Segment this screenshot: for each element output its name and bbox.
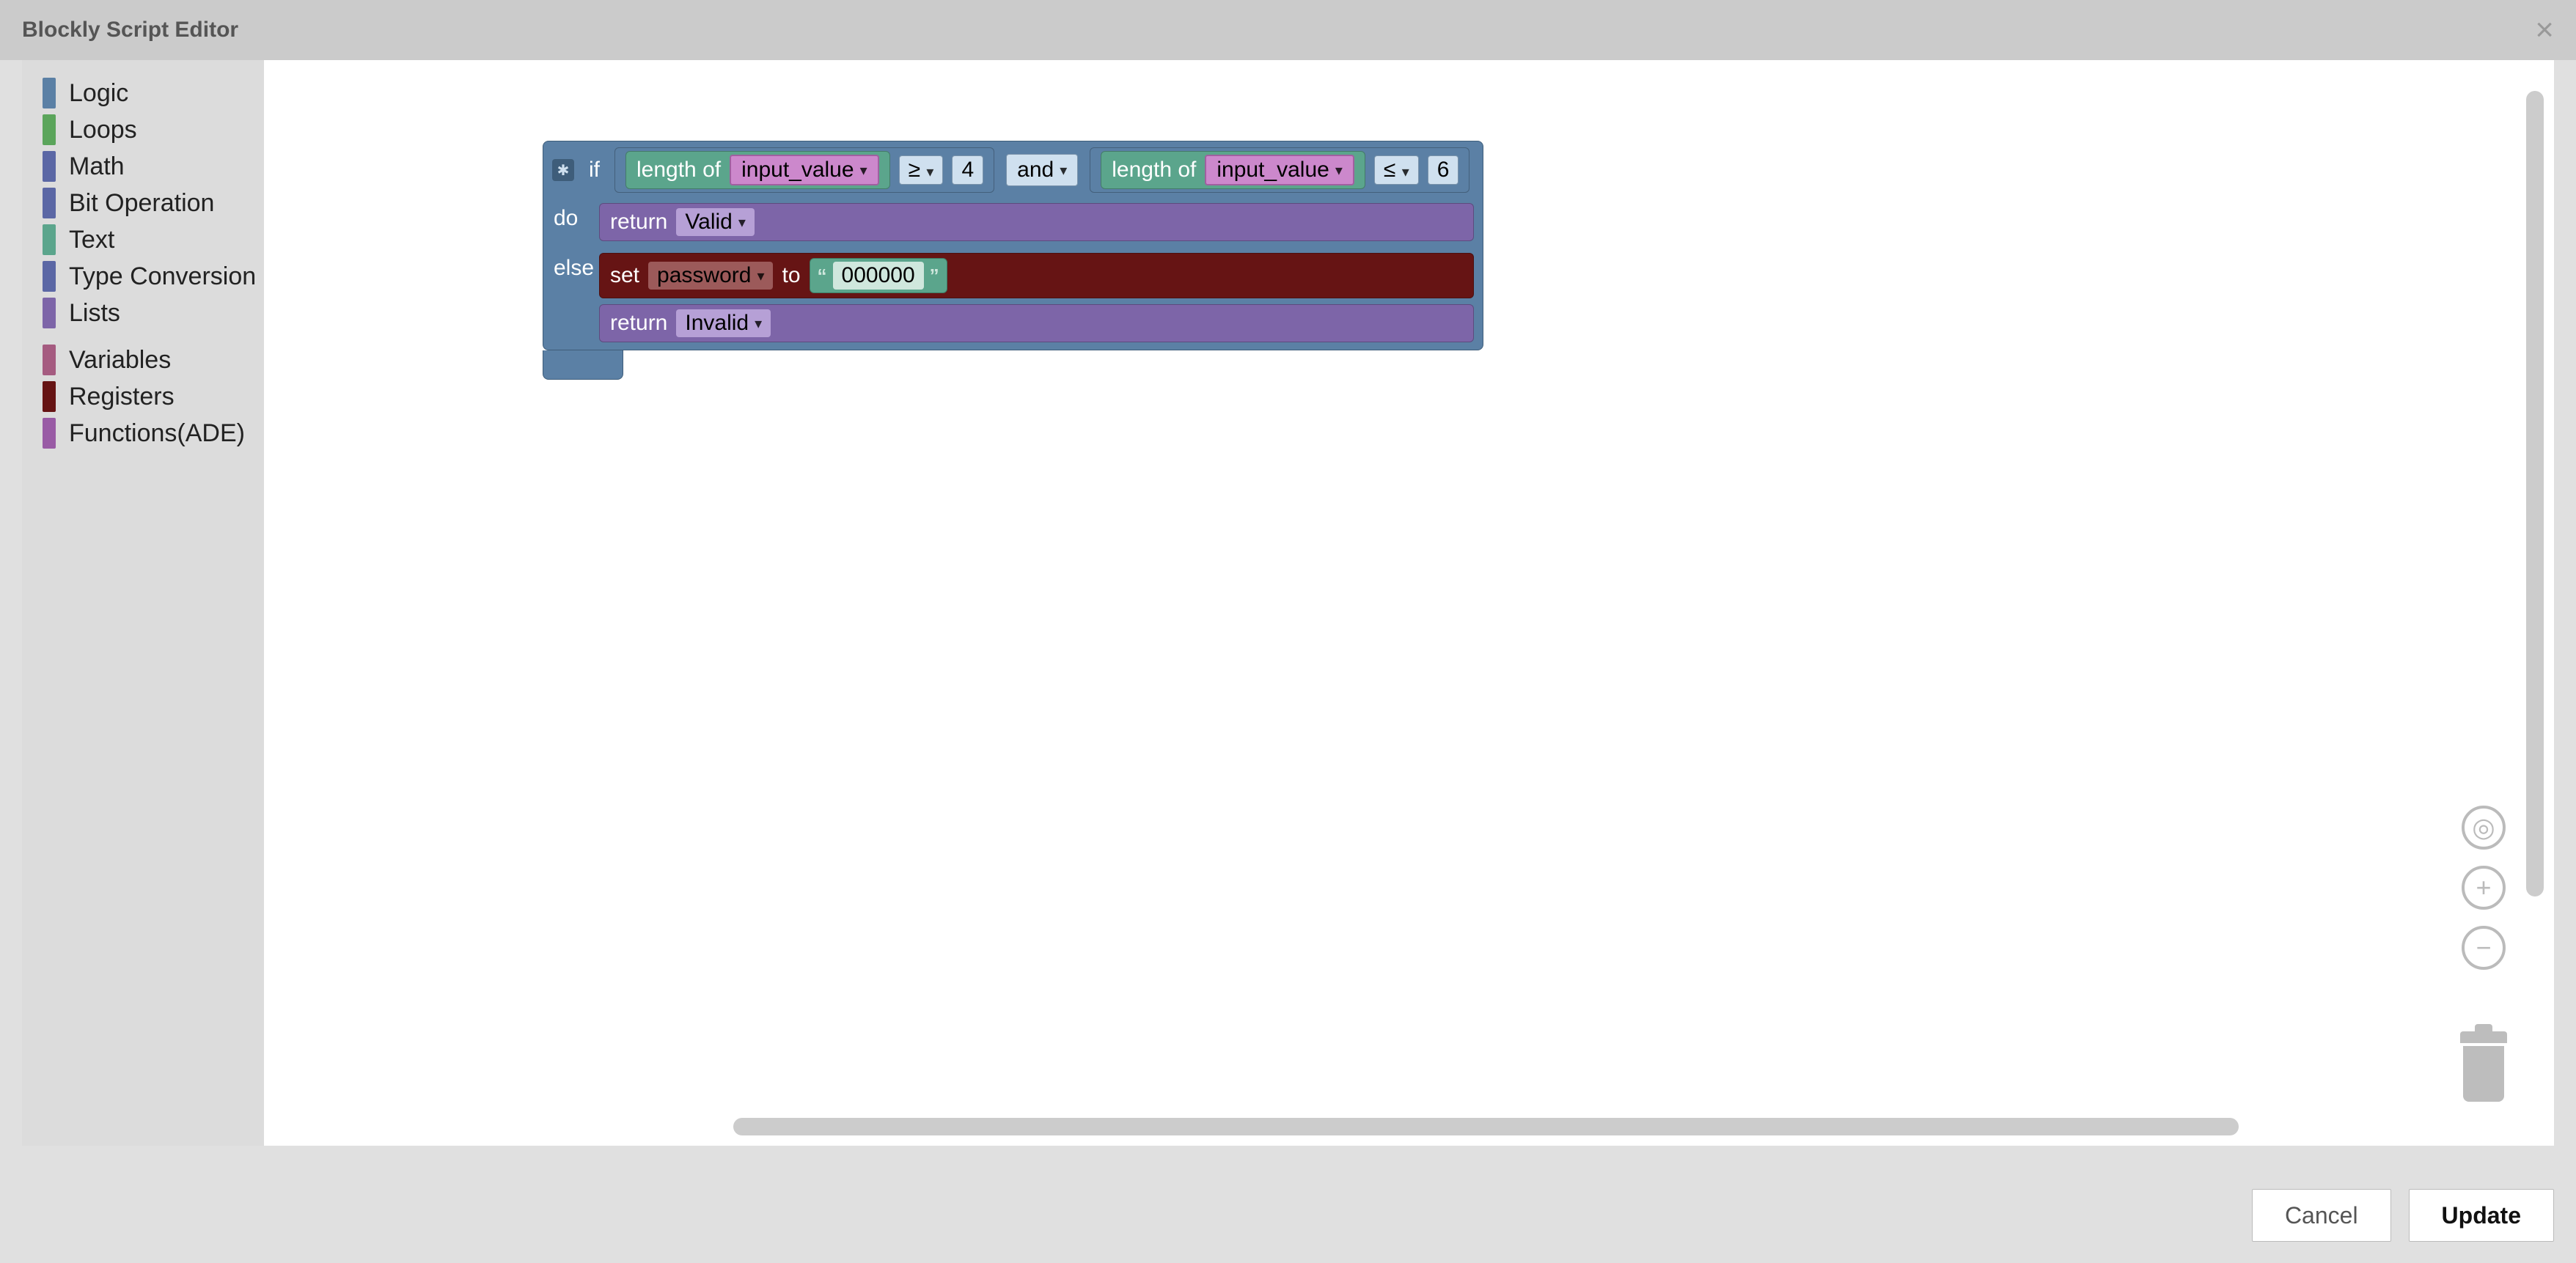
return-keyword: return — [610, 311, 667, 336]
chevron-down-icon: ▾ — [738, 213, 746, 232]
category-color-icon — [43, 261, 56, 292]
compare-block-right[interactable]: length of input_value▾ ≤ ▾ 6 — [1090, 147, 1469, 193]
category-color-icon — [43, 381, 56, 412]
length-label: length of — [636, 158, 721, 183]
variable-chip[interactable]: input_value▾ — [1205, 155, 1354, 185]
else-branch: else set password▾ to “ 000000 ” — [543, 248, 1483, 350]
zoom-out-icon[interactable]: − — [2462, 926, 2506, 970]
else-keyword: else — [543, 248, 599, 350]
number-field[interactable]: 4 — [952, 155, 983, 185]
return-block[interactable]: return Valid▾ — [599, 203, 1474, 241]
category-label: Variables — [69, 346, 171, 375]
return-keyword: return — [610, 210, 667, 235]
category-label: Loops — [69, 116, 137, 144]
block-next-connector[interactable] — [543, 350, 623, 380]
toolbox-category[interactable]: Functions(ADE) — [22, 415, 264, 452]
chevron-down-icon: ▾ — [1335, 161, 1343, 180]
text-block[interactable]: “ 000000 ” — [810, 258, 947, 293]
main-area: Logic Loops Math Bit Operation Text Type Conv… — [22, 60, 2554, 1146]
update-button[interactable]: Update — [2409, 1189, 2554, 1242]
chevron-down-icon: ▾ — [757, 267, 764, 285]
titlebar: Blockly Script Editor × — [0, 0, 2576, 60]
text-field[interactable]: 000000 — [833, 262, 924, 290]
category-color-icon — [43, 418, 56, 449]
toolbox-category[interactable]: Type Conversion — [22, 258, 264, 295]
number-field[interactable]: 6 — [1428, 155, 1459, 185]
return-block[interactable]: return Invalid▾ — [599, 304, 1474, 342]
to-keyword: to — [782, 263, 800, 288]
vertical-scrollbar[interactable] — [2526, 91, 2544, 896]
center-icon[interactable]: ◎ — [2462, 806, 2506, 850]
category-color-icon — [43, 78, 56, 108]
trash-icon[interactable] — [2457, 1031, 2510, 1102]
return-value[interactable]: Valid▾ — [676, 208, 755, 236]
compare-op[interactable]: ≥ ▾ — [899, 155, 944, 185]
category-label: Registers — [69, 383, 175, 411]
chevron-down-icon: ▾ — [1060, 161, 1067, 180]
toolbox-category[interactable]: Variables — [22, 342, 264, 378]
category-label: Bit Operation — [69, 189, 214, 218]
logic-and[interactable]: and▾ — [1006, 154, 1078, 186]
category-color-icon — [43, 151, 56, 182]
chevron-down-icon: ▾ — [860, 161, 867, 180]
category-label: Type Conversion — [69, 262, 256, 291]
toolbox-category[interactable]: Logic — [22, 75, 264, 111]
horizontal-scrollbar[interactable] — [733, 1118, 2239, 1135]
category-label: Functions(ADE) — [69, 419, 245, 448]
length-block-left[interactable]: length of input_value▾ — [625, 151, 890, 189]
category-color-icon — [43, 114, 56, 145]
workspace[interactable]: if length of input_value▾ ≥ ▾ — [264, 60, 2554, 1146]
length-label: length of — [1112, 158, 1196, 183]
variable-chip[interactable]: input_value▾ — [730, 155, 879, 185]
toolbox-category[interactable]: Loops — [22, 111, 264, 148]
category-label: Math — [69, 152, 125, 181]
block-stack[interactable]: if length of input_value▾ ≥ ▾ — [543, 141, 1483, 380]
return-value[interactable]: Invalid▾ — [676, 309, 771, 337]
chevron-down-icon: ▾ — [1402, 164, 1409, 180]
set-keyword: set — [610, 263, 639, 288]
chevron-down-icon: ▾ — [926, 164, 933, 180]
if-block[interactable]: if length of input_value▾ ≥ ▾ — [543, 141, 1483, 350]
toolbox-category[interactable]: Lists — [22, 295, 264, 331]
category-color-icon — [43, 188, 56, 218]
toolbox-category[interactable]: Math — [22, 148, 264, 185]
set-variable-chip[interactable]: password▾ — [648, 262, 773, 290]
category-label: Lists — [69, 299, 120, 328]
length-block-right[interactable]: length of input_value▾ — [1101, 151, 1365, 189]
do-branch: do return Valid▾ — [543, 199, 1483, 248]
toolbox-category[interactable]: Bit Operation — [22, 185, 264, 221]
quote-open-icon: “ — [818, 265, 827, 287]
category-color-icon — [43, 224, 56, 255]
footer: Cancel Update — [0, 1168, 2576, 1263]
close-icon[interactable]: × — [2535, 14, 2554, 46]
toolbox-category[interactable]: Registers — [22, 378, 264, 415]
zoom-in-icon[interactable]: + — [2462, 866, 2506, 910]
set-variable-block[interactable]: set password▾ to “ 000000 ” — [599, 253, 1474, 298]
if-condition: length of input_value▾ ≥ ▾ 4 — [614, 147, 1469, 193]
toolbox: Logic Loops Math Bit Operation Text Type Conv… — [22, 60, 264, 1146]
chevron-down-icon: ▾ — [755, 314, 762, 333]
workspace-controls: ◎ + − — [2457, 806, 2510, 1102]
quote-close-icon: ” — [930, 265, 939, 287]
toolbox-category[interactable]: Text — [22, 221, 264, 258]
compare-block-left[interactable]: length of input_value▾ ≥ ▾ 4 — [614, 147, 994, 193]
compare-op[interactable]: ≤ ▾ — [1374, 155, 1419, 185]
category-label: Text — [69, 226, 114, 254]
window-title: Blockly Script Editor — [22, 18, 238, 43]
cancel-button[interactable]: Cancel — [2252, 1189, 2391, 1242]
category-color-icon — [43, 345, 56, 375]
category-color-icon — [43, 298, 56, 328]
do-keyword: do — [543, 199, 599, 248]
category-label: Logic — [69, 79, 128, 108]
if-keyword: if — [589, 158, 600, 183]
gear-icon[interactable] — [552, 159, 574, 181]
